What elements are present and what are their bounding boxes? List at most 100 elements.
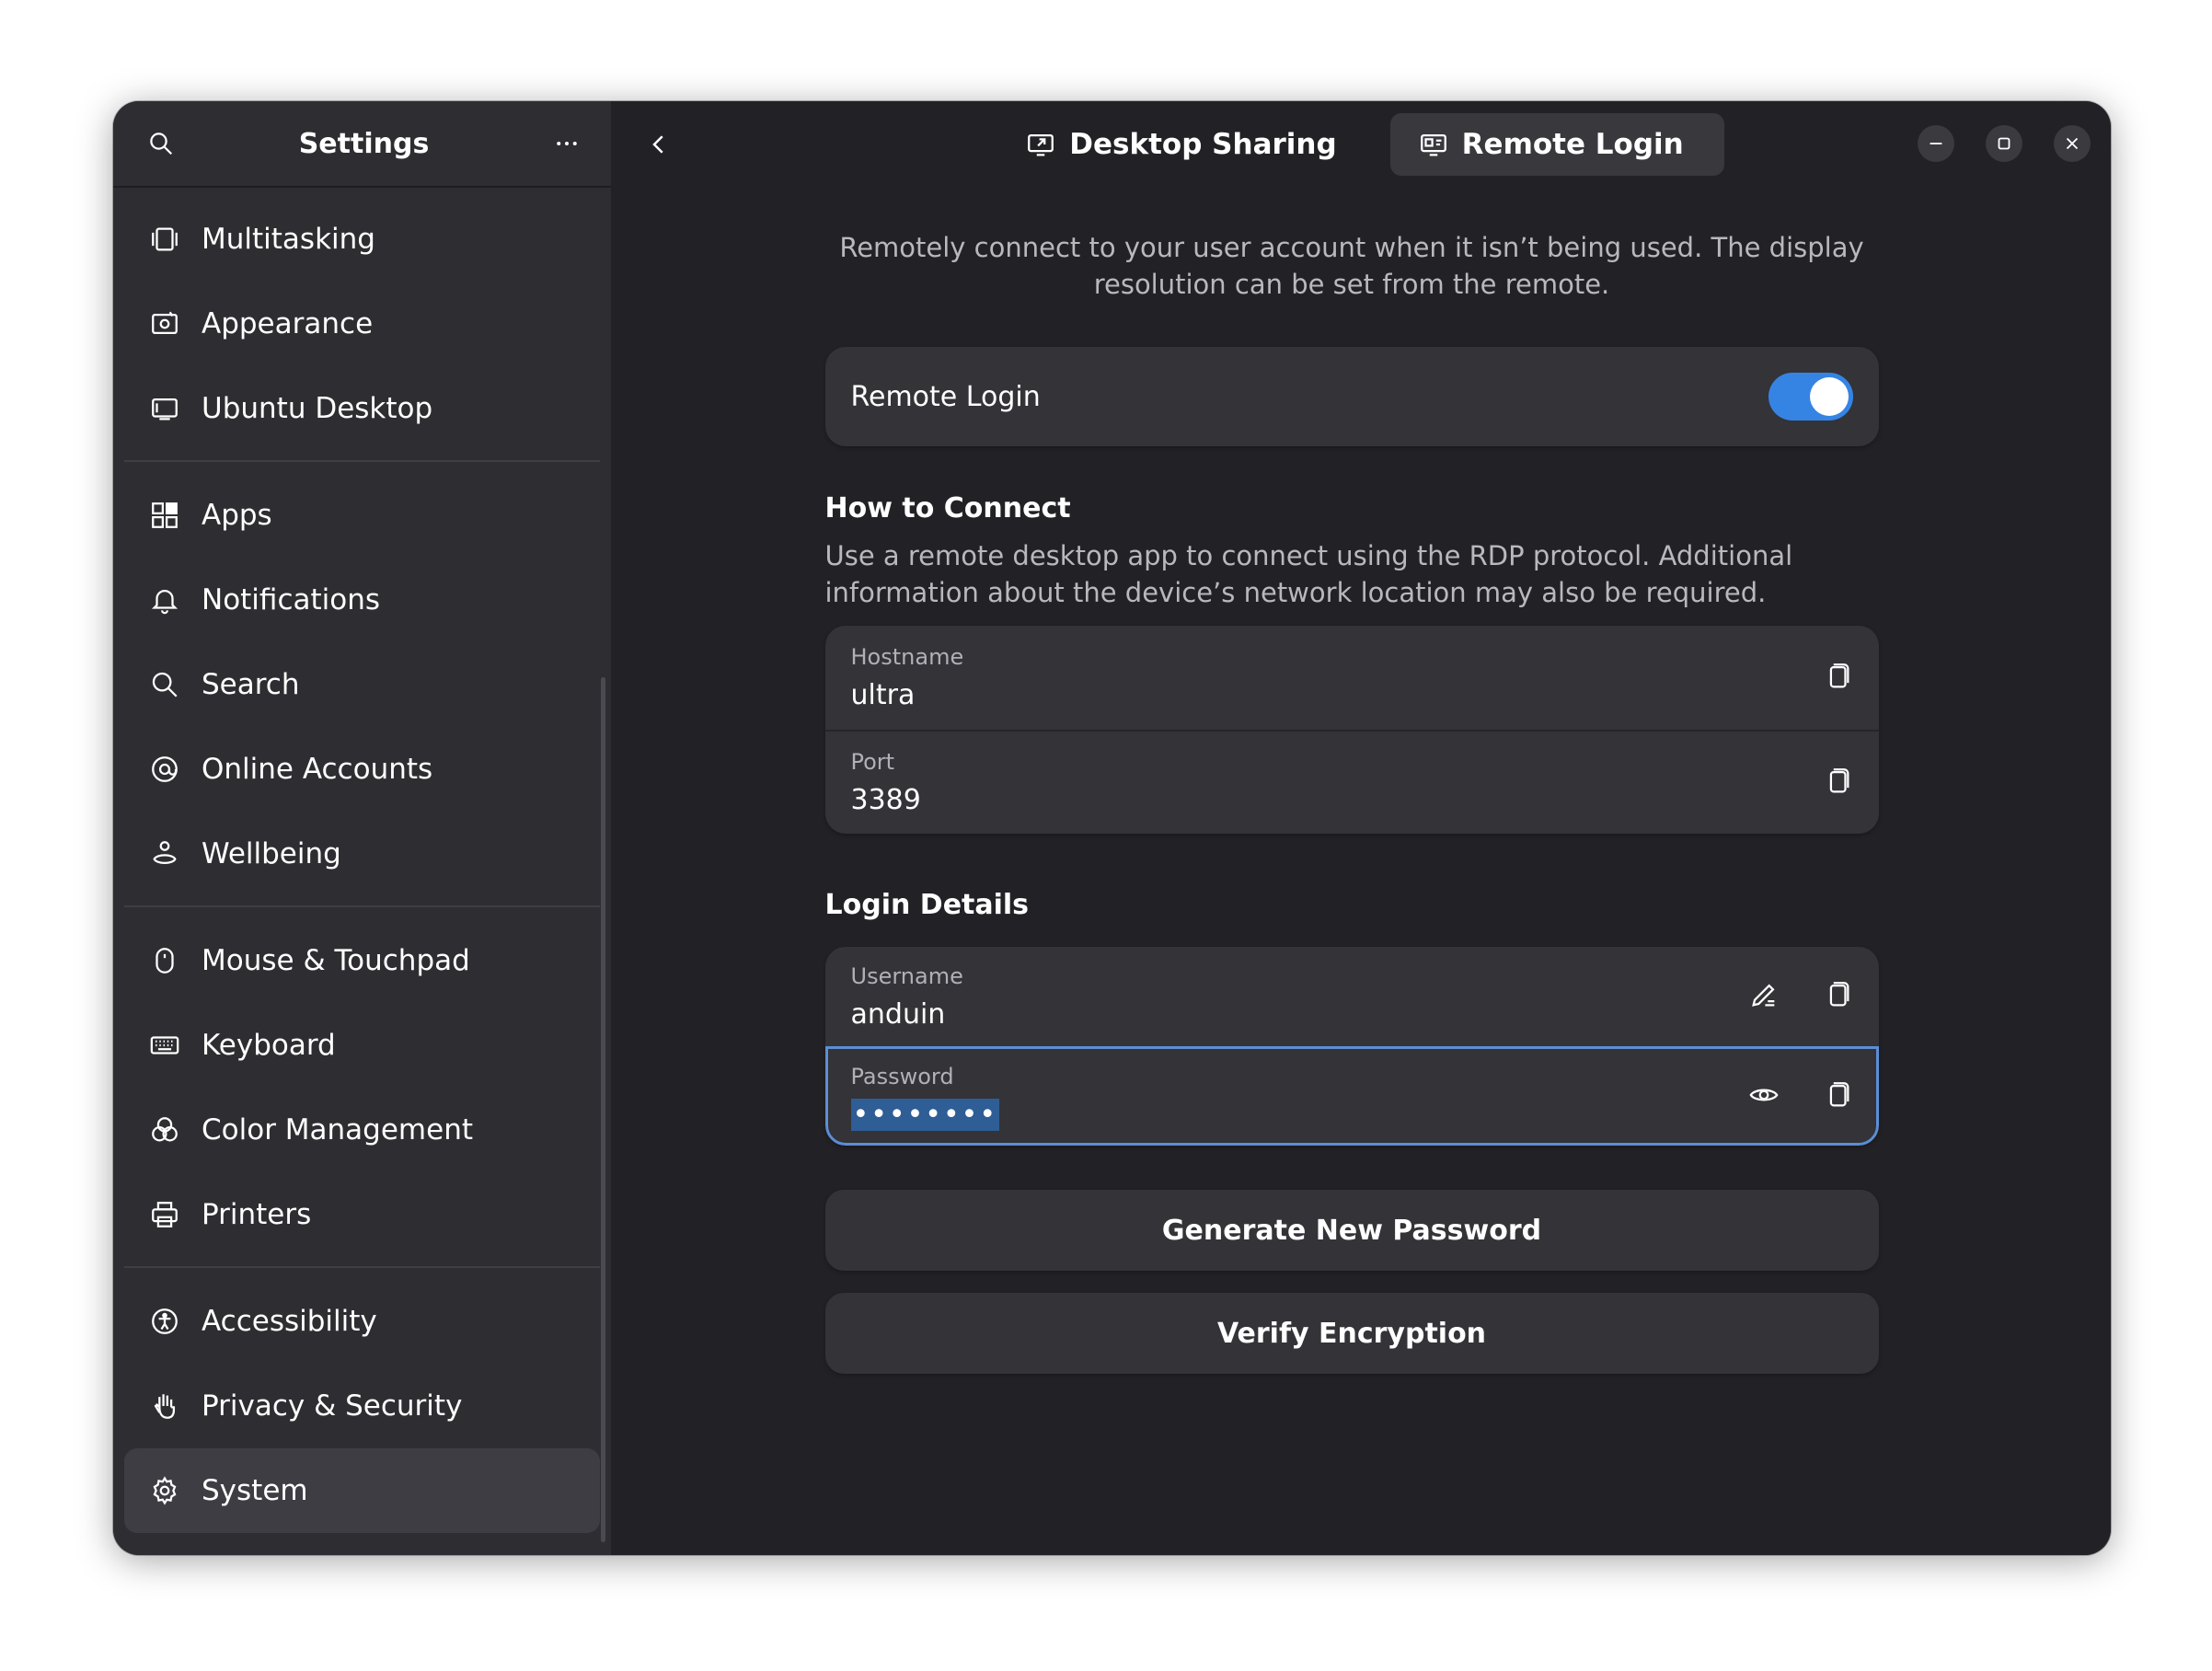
- sidebar-header: Settings: [113, 101, 611, 188]
- settings-window: Settings Multitasking Appearance Ubuntu …: [113, 101, 2111, 1555]
- sidebar-item-label: Search: [202, 668, 300, 701]
- minimize-button[interactable]: [1918, 125, 1954, 162]
- window-controls: [1918, 125, 2091, 162]
- at-icon: [148, 753, 181, 786]
- search-icon: [148, 668, 181, 701]
- username-label: Username: [850, 962, 963, 989]
- maximize-button[interactable]: [1986, 125, 2022, 162]
- eye-icon: [1749, 1089, 1778, 1101]
- sidebar-item-appearance[interactable]: Appearance: [124, 282, 600, 366]
- keyboard-icon: [148, 1029, 181, 1062]
- sidebar-item-label: System: [202, 1474, 308, 1507]
- sidebar-item-apps[interactable]: Apps: [124, 473, 600, 558]
- how-to-connect-title: How to Connect: [824, 492, 1071, 524]
- hand-icon: [148, 1389, 181, 1423]
- sidebar-item-label: Color Management: [202, 1113, 473, 1147]
- sidebar-group: Multitasking Appearance Ubuntu Desktop: [124, 197, 600, 451]
- sidebar-separator: [124, 905, 600, 907]
- search-button[interactable]: [141, 123, 181, 164]
- port-row: Port 3389: [824, 730, 1879, 834]
- sidebar-item-label: Apps: [202, 499, 272, 532]
- maximize-icon: [1998, 137, 2010, 150]
- sidebar-item-keyboard[interactable]: Keyboard: [124, 1003, 600, 1088]
- sidebar-item-color-management[interactable]: Color Management: [124, 1088, 600, 1172]
- sidebar-item-label: Accessibility: [202, 1305, 377, 1338]
- tab-switcher: Desktop Sharing Remote Login: [997, 113, 1724, 176]
- copy-port-button[interactable]: [1822, 766, 1853, 801]
- sidebar-separator: [124, 1266, 600, 1268]
- sidebar-separator: [124, 460, 600, 462]
- copy-icon: [1829, 1082, 1849, 1107]
- verify-encryption-button[interactable]: Verify Encryption: [824, 1293, 1879, 1374]
- sidebar-item-wellbeing[interactable]: Wellbeing: [124, 812, 600, 896]
- desktop-sharing-icon: [1028, 133, 1054, 156]
- sidebar-group: Accessibility Privacy & Security System: [124, 1279, 600, 1533]
- tab-label: Remote Login: [1461, 128, 1684, 161]
- password-row[interactable]: Password ••••••••: [824, 1046, 1879, 1146]
- sidebar-item-accessibility[interactable]: Accessibility: [124, 1279, 600, 1364]
- sidebar-item-label: Wellbeing: [202, 837, 341, 870]
- copy-hostname-button[interactable]: [1822, 661, 1853, 696]
- sidebar-item-system[interactable]: System: [124, 1448, 600, 1533]
- remote-login-toggle-label: Remote Login: [850, 380, 1041, 413]
- remote-login-page: Remotely connect to your user account wh…: [824, 229, 1879, 1374]
- color-management-icon: [148, 1113, 181, 1147]
- tab-label: Desktop Sharing: [1069, 128, 1337, 161]
- mouse-icon: [148, 944, 181, 977]
- menu-button[interactable]: [547, 123, 587, 164]
- copy-username-button[interactable]: [1822, 979, 1853, 1014]
- password-value[interactable]: ••••••••: [850, 1098, 1000, 1131]
- sidebar-group: Apps Notifications Search Online Account…: [124, 473, 600, 896]
- sidebar-item-label: Keyboard: [202, 1029, 336, 1062]
- copy-password-button[interactable]: [1822, 1079, 1853, 1114]
- edit-username-button[interactable]: [1748, 979, 1780, 1014]
- connection-info-card: Hostname ultra Port 3389: [824, 626, 1879, 834]
- back-button[interactable]: [639, 124, 679, 165]
- switch-knob: [1809, 377, 1849, 416]
- bell-icon: [148, 583, 181, 617]
- how-to-connect-description: Use a remote desktop app to connect usin…: [824, 540, 1793, 608]
- sidebar-item-multitasking[interactable]: Multitasking: [124, 197, 600, 282]
- close-button[interactable]: [2054, 125, 2091, 162]
- sidebar-item-label: Notifications: [202, 583, 381, 617]
- sidebar-item-notifications[interactable]: Notifications: [124, 558, 600, 642]
- sidebar-group: Mouse & Touchpad Keyboard Color Manageme…: [124, 918, 600, 1257]
- sidebar-item-printers[interactable]: Printers: [124, 1172, 600, 1257]
- show-password-button[interactable]: [1748, 1079, 1780, 1114]
- username-value: anduin: [850, 997, 946, 1031]
- gear-icon: [148, 1474, 181, 1507]
- copy-icon: [1829, 663, 1849, 687]
- copy-icon: [1829, 767, 1849, 792]
- appearance-icon: [148, 307, 181, 340]
- remote-login-toggle-row[interactable]: Remote Login: [824, 347, 1879, 446]
- copy-icon: [1829, 982, 1849, 1007]
- sidebar: Settings Multitasking Appearance Ubuntu …: [113, 101, 611, 1555]
- tab-remote-login[interactable]: Remote Login: [1389, 113, 1724, 176]
- chevron-left-icon: [652, 135, 663, 154]
- login-details-title: Login Details: [824, 889, 1030, 921]
- close-icon: [2066, 137, 2079, 150]
- apps-icon: [148, 499, 181, 532]
- tab-desktop-sharing[interactable]: Desktop Sharing: [997, 113, 1377, 176]
- sidebar-item-online-accounts[interactable]: Online Accounts: [124, 727, 600, 812]
- sidebar-item-search[interactable]: Search: [124, 642, 600, 727]
- sidebar-item-mouse-touchpad[interactable]: Mouse & Touchpad: [124, 918, 600, 1003]
- sidebar-item-ubuntu-desktop[interactable]: Ubuntu Desktop: [124, 366, 600, 451]
- multitasking-icon: [148, 223, 181, 256]
- remote-login-switch[interactable]: [1768, 373, 1853, 421]
- sidebar-item-label: Ubuntu Desktop: [202, 392, 433, 425]
- sidebar-item-label: Mouse & Touchpad: [202, 944, 470, 977]
- more-icon: [557, 142, 577, 145]
- sidebar-item-privacy-security[interactable]: Privacy & Security: [124, 1364, 600, 1448]
- remote-login-icon: [1420, 133, 1446, 156]
- sidebar-item-label: Online Accounts: [202, 753, 433, 786]
- sidebar-item-label: Privacy & Security: [202, 1389, 463, 1423]
- generate-new-password-button[interactable]: Generate New Password: [824, 1190, 1879, 1271]
- main-pane: Desktop Sharing Remote Login Remotely co…: [611, 101, 2111, 1555]
- hostname-label: Hostname: [850, 644, 964, 670]
- sidebar-item-label: Printers: [202, 1198, 312, 1231]
- sidebar-item-label: Multitasking: [202, 223, 375, 256]
- hostname-value: ultra: [850, 679, 916, 711]
- sidebar-scrollbar[interactable]: [601, 677, 605, 1542]
- search-icon: [150, 133, 173, 156]
